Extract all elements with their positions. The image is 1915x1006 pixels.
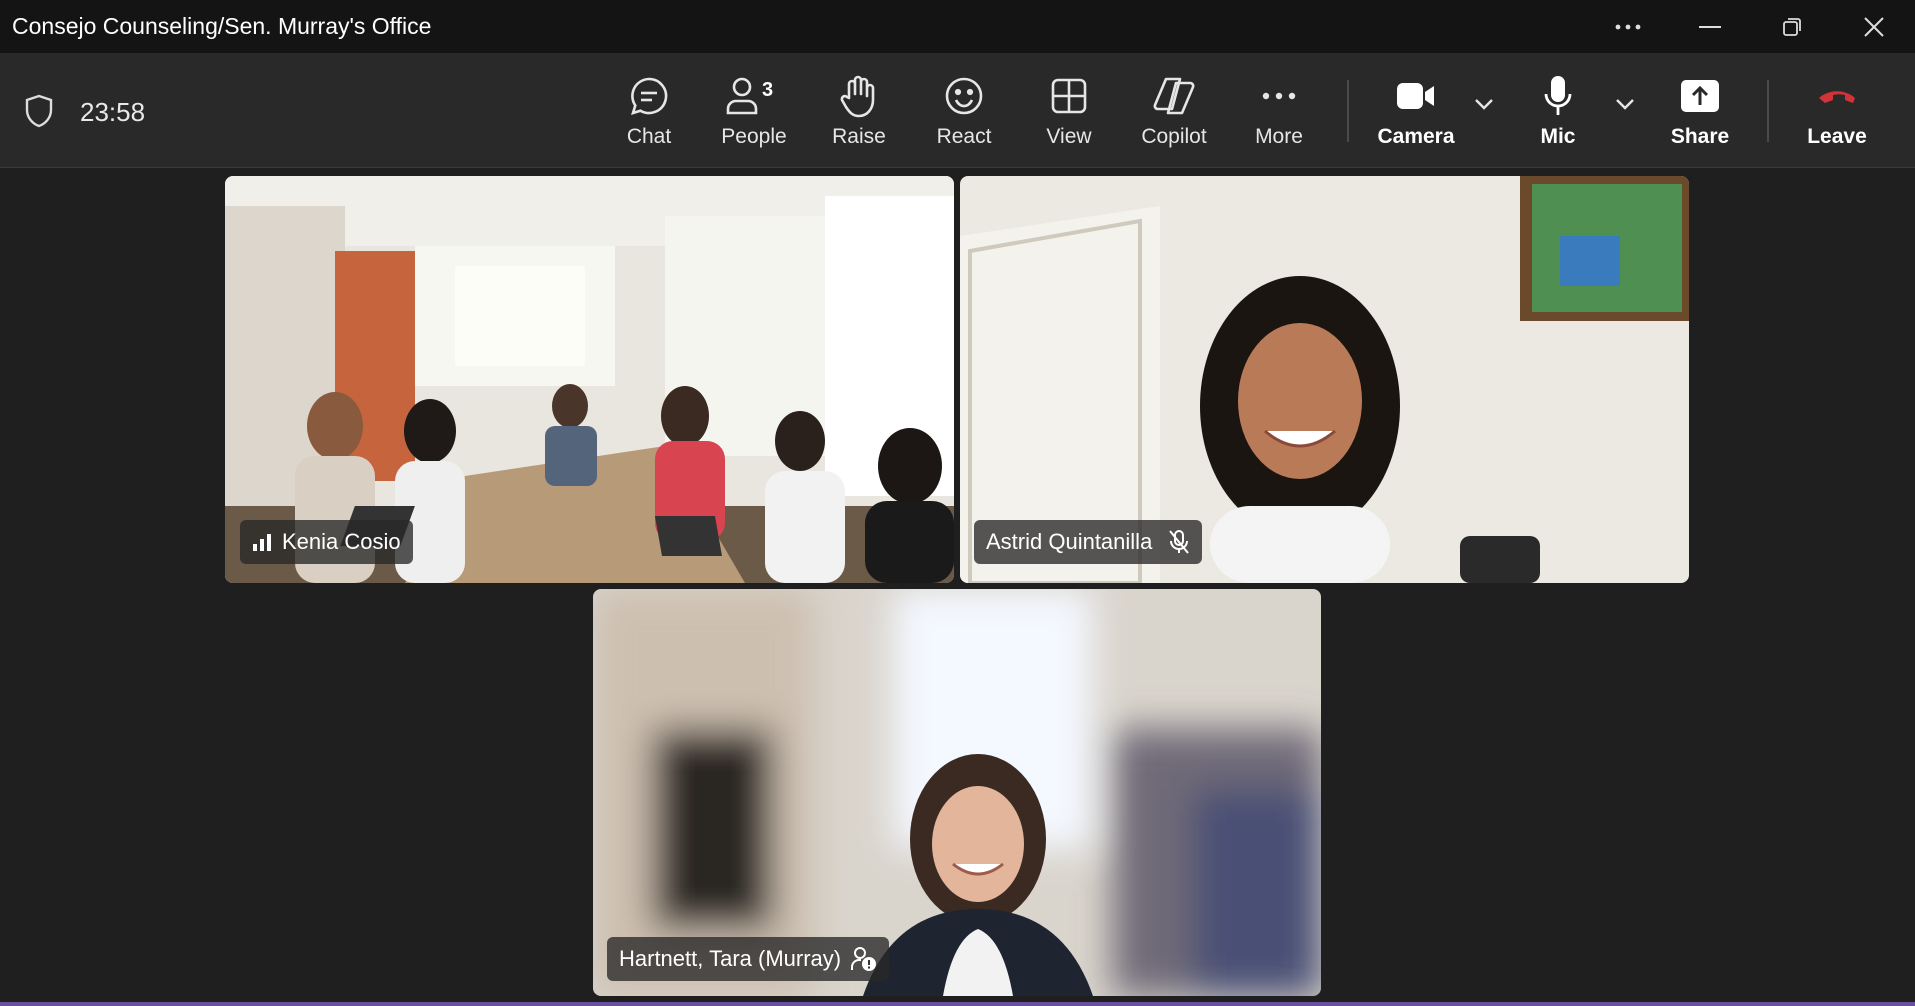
restore-button[interactable]: [1751, 0, 1833, 53]
share-screen-icon: [1681, 80, 1719, 112]
close-icon: [1864, 16, 1884, 37]
hang-up-icon: [1819, 91, 1855, 103]
view-label: View: [1046, 125, 1092, 148]
person-icon: [726, 77, 758, 115]
mic-options-chevron-icon[interactable]: [1615, 98, 1635, 110]
raise-label: Raise: [832, 125, 886, 148]
camera-icon: [1397, 83, 1434, 109]
meeting-timer: 23:58: [80, 97, 146, 127]
nameplate: Astrid Quintanilla: [974, 520, 1203, 564]
nameplate: Kenia Cosio: [240, 520, 413, 564]
restore-icon: [1783, 17, 1801, 36]
copilot-icon: [1153, 77, 1195, 115]
video-tile-kenia-cosio[interactable]: Kenia Cosio: [225, 176, 954, 583]
people-label: People: [721, 125, 787, 148]
chat-label: Chat: [626, 125, 672, 148]
react-label: React: [936, 125, 992, 148]
grid-view-icon: [1051, 78, 1087, 114]
people-count: 3: [762, 79, 774, 101]
nameplate: Hartnett, Tara (Murray): [607, 937, 890, 981]
raise-hand-icon: [840, 75, 875, 118]
camera-label: Camera: [1377, 125, 1455, 148]
view-button[interactable]: View: [1021, 73, 1117, 157]
ellipsis-icon: [1262, 92, 1296, 100]
people-button[interactable]: 3 People: [706, 73, 802, 157]
toolbar-divider: [1767, 80, 1769, 142]
share-button[interactable]: Share: [1652, 73, 1748, 157]
shield-icon[interactable]: [24, 94, 54, 128]
video-tile-tara-hartnett[interactable]: Hartnett, Tara (Murray): [593, 589, 1321, 996]
more-button[interactable]: More: [1231, 73, 1327, 157]
title-bar: Consejo Counseling/Sen. Murray's Office: [0, 0, 1915, 53]
raise-hand-button[interactable]: Raise: [811, 73, 907, 157]
more-label: More: [1255, 125, 1303, 148]
react-button[interactable]: React: [916, 73, 1012, 157]
close-button[interactable]: [1833, 0, 1915, 53]
share-label: Share: [1670, 125, 1730, 148]
meeting-toolbar: 23:58 Chat 3 People Raise React View Cop…: [0, 53, 1915, 168]
leave-label: Leave: [1807, 125, 1867, 148]
participant-name: Hartnett, Tara (Murray): [619, 946, 842, 971]
leave-button[interactable]: Leave: [1789, 73, 1885, 157]
minimize-button[interactable]: [1669, 0, 1751, 53]
chat-icon: [631, 77, 668, 115]
window-controls: [1587, 0, 1915, 53]
mic-muted-icon: [1169, 530, 1190, 554]
chat-button[interactable]: Chat: [601, 73, 697, 157]
participant-name: Astrid Quintanilla: [986, 529, 1153, 554]
mic-label: Mic: [1540, 125, 1576, 148]
microphone-icon: [1544, 76, 1572, 115]
ellipsis-icon: [1615, 24, 1641, 29]
window-more-options-button[interactable]: [1587, 0, 1669, 53]
camera-options-chevron-icon[interactable]: [1474, 98, 1494, 110]
signal-strength-icon: [253, 534, 271, 551]
copilot-button[interactable]: Copilot: [1126, 73, 1222, 157]
window-accent-bar: [0, 1002, 1915, 1006]
toolbar-divider: [1347, 80, 1349, 142]
smiley-icon: [945, 77, 983, 115]
camera-button[interactable]: Camera: [1368, 73, 1464, 157]
video-feed: [593, 589, 1321, 996]
video-tile-astrid-quintanilla[interactable]: Astrid Quintanilla: [960, 176, 1689, 583]
minimize-icon: [1699, 25, 1721, 28]
mic-button[interactable]: Mic: [1510, 73, 1606, 157]
window-title: Consejo Counseling/Sen. Murray's Office: [12, 13, 432, 39]
copilot-label: Copilot: [1141, 125, 1207, 148]
participant-name: Kenia Cosio: [282, 529, 401, 554]
external-user-icon: [851, 947, 877, 971]
